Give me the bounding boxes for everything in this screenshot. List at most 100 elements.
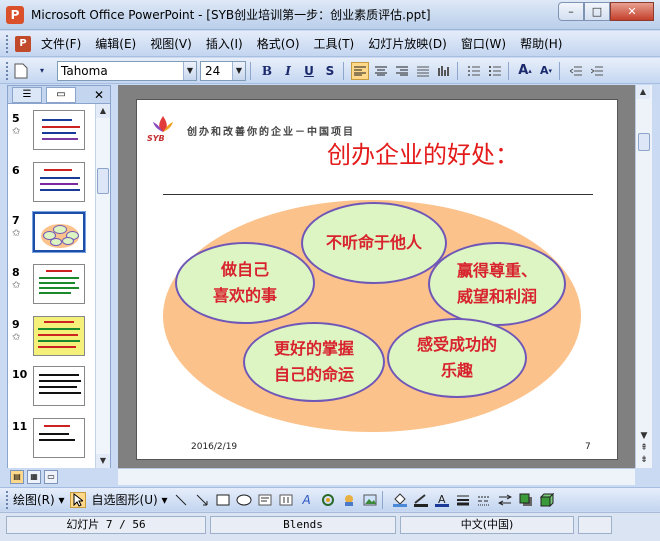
slide-horizontal-scrollbar[interactable] [118, 468, 635, 485]
current-slide[interactable]: SYB 创办和改善你的企业－中国项目 创办企业的好处： 不听命于他人 做自己 喜… [136, 99, 618, 460]
autoshapes-menu-button[interactable]: 自选图形(U) ▾ [92, 491, 168, 508]
new-document-icon[interactable] [12, 62, 30, 80]
scroll-thumb[interactable] [97, 168, 109, 194]
font-size-value: 24 [205, 63, 221, 78]
shadow-button[interactable]: S [321, 62, 339, 80]
menu-tools[interactable]: 工具(T) [314, 35, 355, 52]
align-center-icon[interactable] [372, 62, 390, 80]
thumbnail-image[interactable] [32, 211, 86, 253]
toolbar-grip[interactable] [6, 490, 9, 509]
distribute-icon[interactable] [414, 62, 432, 80]
menu-grip[interactable] [6, 34, 9, 53]
decrease-font-icon[interactable]: A ▾ [537, 62, 555, 80]
scroll-down-icon[interactable]: ▼ [96, 454, 110, 468]
draw-menu-button[interactable]: 绘图(R) ▾ [13, 491, 65, 508]
3d-style-icon[interactable] [539, 492, 555, 508]
shadow-style-icon[interactable] [518, 492, 534, 508]
menu-edit[interactable]: 编辑(E) [95, 35, 136, 52]
thumbnail-scrollbar[interactable]: ▲ ▼ [95, 104, 110, 468]
slide-editing-area: SYB 创办和改善你的企业－中国项目 创办企业的好处： 不听命于他人 做自己 喜… [118, 85, 635, 468]
close-button[interactable]: ✕ [610, 2, 654, 21]
arrow-icon[interactable] [194, 492, 210, 508]
italic-button[interactable]: I [279, 62, 297, 80]
slideshow-view-icon[interactable]: ▭ [44, 470, 58, 484]
toolbar-options-icon[interactable]: ▾ [33, 62, 51, 80]
slide-title[interactable]: 创办企业的好处： [137, 135, 619, 170]
restore-button[interactable]: □ [584, 2, 610, 21]
scroll-thumb[interactable] [638, 133, 650, 151]
rectangle-icon[interactable] [215, 492, 231, 508]
line-style-icon[interactable] [455, 492, 471, 508]
diagram-icon[interactable] [320, 492, 336, 508]
align-right-icon[interactable] [393, 62, 411, 80]
document-icon[interactable]: P [15, 35, 31, 52]
menu-window[interactable]: 窗口(W) [461, 35, 506, 52]
font-size-combo[interactable]: 24 ▼ [200, 60, 246, 81]
bulleted-list-icon[interactable] [486, 62, 504, 80]
thumbnail-image[interactable] [33, 418, 85, 458]
line-color-icon[interactable] [413, 492, 429, 508]
bubble-joy-of-success[interactable]: 感受成功的 乐趣 [387, 318, 527, 398]
bubble-respect-profit[interactable]: 赢得尊重、 威望和利润 [428, 242, 566, 326]
font-name-combo[interactable]: Tahoma ▼ [57, 60, 197, 81]
clipart-icon[interactable] [341, 492, 357, 508]
thumbnail-item[interactable]: 9 ✩ [8, 316, 96, 364]
line-icon[interactable] [173, 492, 189, 508]
align-left-icon[interactable] [351, 61, 369, 80]
textbox-icon[interactable] [257, 492, 273, 508]
wordart-icon[interactable]: A [299, 492, 315, 508]
increase-indent-icon[interactable] [588, 62, 606, 80]
select-objects-icon[interactable] [69, 491, 86, 508]
menu-format[interactable]: 格式(O) [257, 35, 300, 52]
bold-button[interactable]: B [258, 62, 276, 80]
fill-color-icon[interactable] [392, 492, 408, 508]
thumbnail-item[interactable]: 11 [8, 418, 96, 466]
arrow-style-icon[interactable] [497, 492, 513, 508]
thumbnail-image[interactable] [33, 264, 85, 304]
thumbnail-item[interactable]: 5 ✩ [8, 110, 96, 158]
menu-help[interactable]: 帮助(H) [520, 35, 562, 52]
prev-next-slide-buttons[interactable]: ▼ ⇞ ⇟ [637, 430, 651, 466]
minimize-button[interactable]: – [558, 2, 584, 21]
slide-sorter-icon[interactable]: ▦ [27, 470, 41, 484]
menu-slideshow[interactable]: 幻灯片放映(D) [368, 35, 447, 52]
pane-close-icon[interactable]: ✕ [94, 88, 104, 102]
dash-style-icon[interactable] [476, 492, 492, 508]
slides-tab[interactable]: ▭ [46, 86, 76, 103]
thumbnail-item[interactable]: 8 ✩ [8, 264, 96, 312]
status-empty-cell [578, 516, 612, 534]
thumbnail-image[interactable] [33, 110, 85, 150]
menu-file[interactable]: 文件(F) [41, 35, 81, 52]
scroll-up-icon[interactable]: ▲ [96, 104, 110, 118]
increase-font-icon[interactable]: A ▴ [516, 62, 534, 80]
column-chart-icon[interactable] [435, 62, 453, 80]
underline-button[interactable]: U [300, 62, 318, 80]
bubble-text: 赢得尊重、 威望和利润 [456, 261, 537, 306]
picture-icon[interactable] [362, 492, 378, 508]
scroll-up-icon[interactable]: ▲ [636, 85, 650, 99]
decrease-indent-icon[interactable] [567, 62, 585, 80]
vertical-textbox-icon[interactable] [278, 492, 294, 508]
menu-insert[interactable]: 插入(I) [206, 35, 243, 52]
numbered-list-icon[interactable] [465, 62, 483, 80]
normal-view-icon[interactable]: ▤ [10, 470, 24, 484]
menu-view[interactable]: 视图(V) [150, 35, 192, 52]
size-dropdown-icon[interactable]: ▼ [232, 61, 245, 80]
thumbnail-item[interactable]: 10 [8, 366, 96, 414]
thumbnail-item[interactable]: 6 [8, 162, 96, 210]
bubble-do-what-you-like[interactable]: 做自己 喜欢的事 [175, 242, 315, 324]
outline-tab[interactable]: ☰ [12, 86, 42, 103]
font-dropdown-icon[interactable]: ▼ [183, 61, 196, 80]
oval-icon[interactable] [236, 492, 252, 508]
slide-vertical-scrollbar[interactable]: ▲ ▼ ⇞ ⇟ [635, 85, 652, 468]
bubble-independence[interactable]: 不听命于他人 [301, 202, 447, 284]
view-buttons: ▤ ▦ ▭ [7, 469, 111, 485]
toolbar-grip[interactable] [6, 61, 9, 80]
font-color-icon[interactable]: A [434, 492, 450, 508]
font-name-value: Tahoma [61, 63, 108, 78]
thumbnail-item-selected[interactable]: 7 ✩ [8, 211, 96, 260]
bubble-control-destiny[interactable]: 更好的掌握 自己的命运 [243, 322, 385, 402]
thumbnail-image[interactable] [33, 366, 85, 406]
thumbnail-image[interactable] [33, 316, 85, 356]
thumbnail-image[interactable] [33, 162, 85, 202]
